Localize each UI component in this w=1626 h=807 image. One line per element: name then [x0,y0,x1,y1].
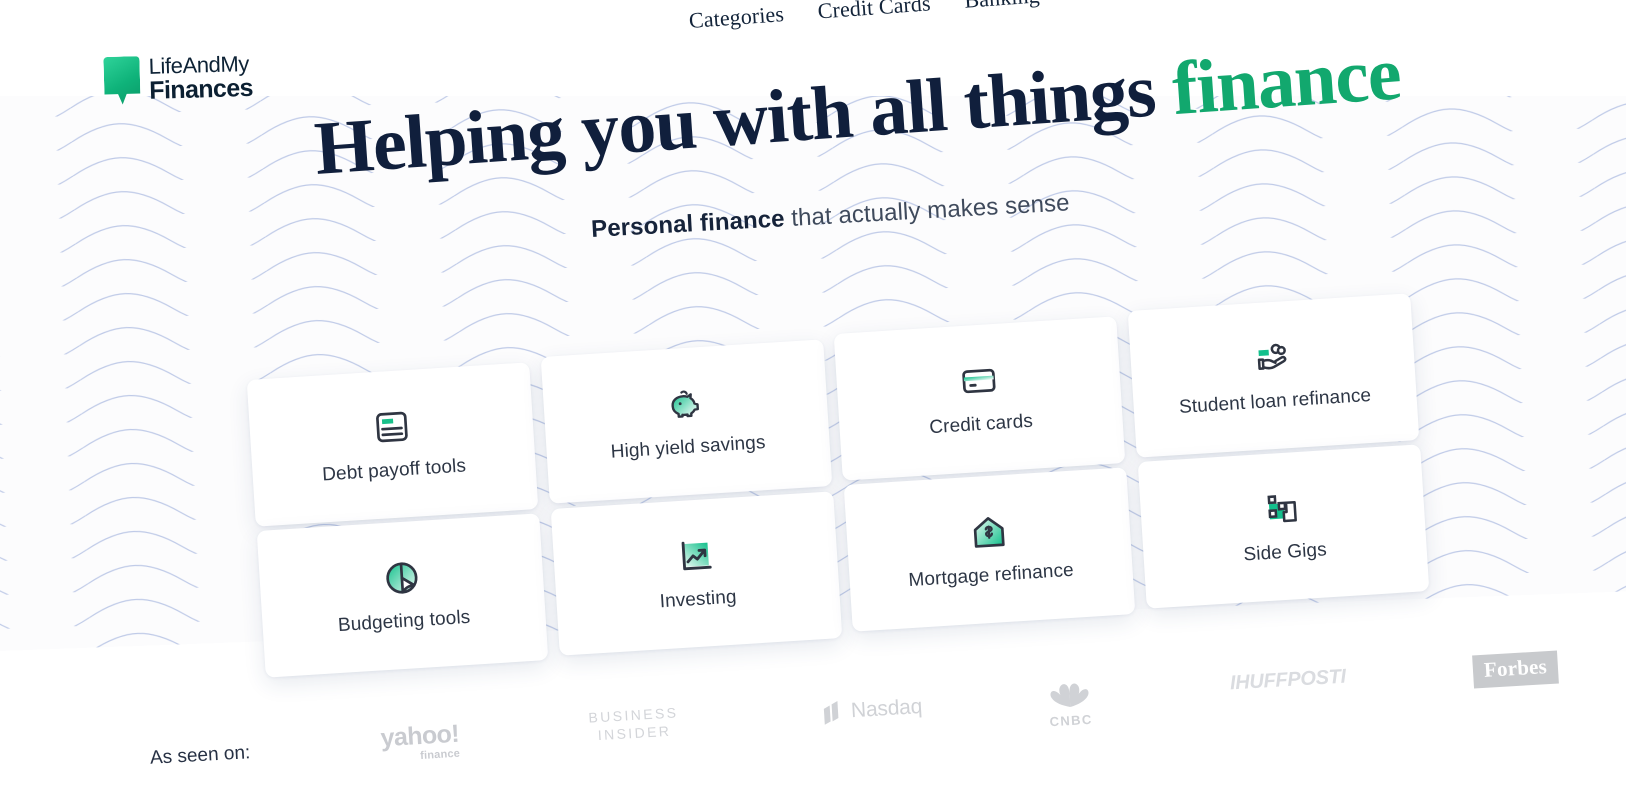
category-card-budgeting-tools[interactable]: Budgeting tools [256,513,549,678]
forbes-wordmark: Forbes [1483,654,1548,682]
nav-item-banking[interactable]: Banking [963,0,1040,14]
category-card-side-gigs[interactable]: Side Gigs [1137,444,1430,609]
category-card-debt-payoff-tools[interactable]: Debt payoff tools [246,362,539,527]
huffpost-wordmark: IHUFFPOSTI [1229,665,1347,695]
card-label: Student loan refinance [1178,384,1372,418]
card-label: Credit cards [928,410,1034,438]
page-root: LifeAndMy Finances Categories Credit Car… [0,0,1626,807]
business-insider-logo: BUSINESS INSIDER [588,704,680,744]
nasdaq-logo: Nasdaq [820,694,923,726]
card-label: Debt payoff tools [321,454,467,485]
logo-wordmark: LifeAndMy Finances [148,51,254,105]
category-card-student-loan-refinance[interactable]: Student loan refinance [1127,293,1420,458]
nasdaq-mark-icon [823,701,839,725]
nav-item-investing[interactable]: Investing [1072,0,1156,6]
pie-chart-icon [385,561,417,594]
category-card-credit-cards[interactable]: Credit cards [833,316,1126,481]
huffpost-logo: IHUFFPOSTI [1229,666,1346,696]
cnbc-wordmark: CNBC [1049,711,1094,730]
nav-item-categories[interactable]: Categories [688,1,785,34]
document-list-icon [375,411,408,442]
credit-card-icon [961,368,995,393]
card-label: Budgeting tools [337,606,471,636]
shield-pin-icon [103,56,140,105]
card-label: Investing [659,586,738,612]
yahoo-wordmark: yahoo! [379,719,460,753]
cnbc-logo: CNBC [1041,674,1100,729]
piggy-bank-icon [670,390,699,418]
forbes-logo: Forbes [1472,650,1559,689]
main-navigation: Categories Credit Cards Banking Investin… [688,0,1428,34]
site-logo[interactable]: LifeAndMy Finances [103,51,254,105]
house-dollar-icon [973,516,1005,548]
category-card-high-yield-savings[interactable]: High yield savings [540,339,833,504]
yahoo-finance-logo: yahoo! finance [379,719,461,765]
as-seen-on-label: As seen on: [149,742,251,769]
category-card-investing[interactable]: Investing [550,491,843,656]
hand-coins-icon [1257,343,1286,370]
peacock-icon [1050,683,1089,707]
logo-line-2: Finances [148,73,254,105]
chart-uptrend-icon [681,541,712,570]
blocks-puzzle-icon [1266,494,1297,522]
nasdaq-wordmark: Nasdaq [850,695,923,723]
card-label: Mortgage refinance [907,559,1075,591]
card-label: High yield savings [610,431,767,463]
category-card-mortgage-refinance[interactable]: Mortgage refinance [843,467,1136,632]
forbes-badge: Forbes [1472,650,1559,689]
nav-item-credit-cards[interactable]: Credit Cards [817,0,932,25]
card-label: Side Gigs [1242,538,1328,566]
headline-accent: finance [1169,31,1403,132]
